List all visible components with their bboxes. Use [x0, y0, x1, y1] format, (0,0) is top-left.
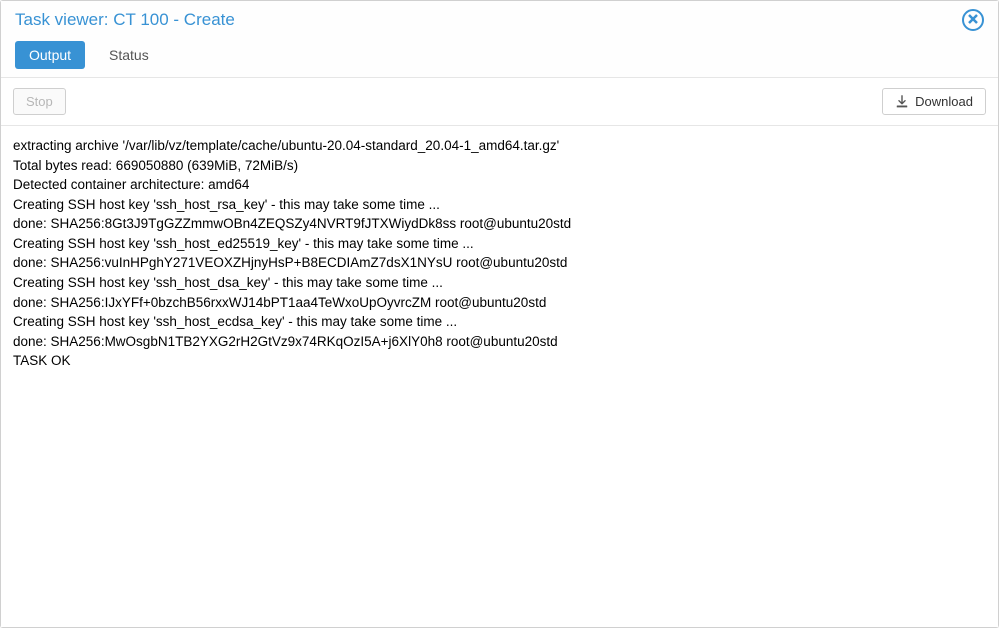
log-line: done: SHA256:IJxYFf+0bzchB56rxxWJ14bPT1a…	[13, 293, 986, 313]
toolbar: Stop Download	[1, 78, 998, 126]
log-line: Total bytes read: 669050880 (639MiB, 72M…	[13, 156, 986, 176]
tab-status[interactable]: Status	[95, 41, 163, 69]
task-viewer-window: Task viewer: CT 100 - Create Output Stat…	[0, 0, 999, 628]
log-line: extracting archive '/var/lib/vz/template…	[13, 136, 986, 156]
log-line: Creating SSH host key 'ssh_host_ecdsa_ke…	[13, 312, 986, 332]
log-output[interactable]: extracting archive '/var/lib/vz/template…	[1, 126, 998, 627]
close-icon	[967, 13, 979, 28]
log-line: Creating SSH host key 'ssh_host_rsa_key'…	[13, 195, 986, 215]
log-line: TASK OK	[13, 351, 986, 371]
stop-button-label: Stop	[26, 94, 53, 109]
log-line: done: SHA256:MwOsgbN1TB2YXG2rH2GtVz9x74R…	[13, 332, 986, 352]
tab-output[interactable]: Output	[15, 41, 85, 69]
titlebar: Task viewer: CT 100 - Create	[1, 1, 998, 37]
tab-bar: Output Status	[1, 37, 998, 78]
window-title: Task viewer: CT 100 - Create	[15, 10, 235, 30]
log-line: Detected container architecture: amd64	[13, 175, 986, 195]
log-line: done: SHA256:vuInHPghY271VEOXZHjnyHsP+B8…	[13, 253, 986, 273]
log-line: done: SHA256:8Gt3J9TgGZZmmwOBn4ZEQSZy4NV…	[13, 214, 986, 234]
download-button[interactable]: Download	[882, 88, 986, 115]
download-icon	[895, 95, 909, 109]
log-line: Creating SSH host key 'ssh_host_ed25519_…	[13, 234, 986, 254]
stop-button: Stop	[13, 88, 66, 115]
log-line: Creating SSH host key 'ssh_host_dsa_key'…	[13, 273, 986, 293]
close-button[interactable]	[962, 9, 984, 31]
download-button-label: Download	[915, 94, 973, 109]
